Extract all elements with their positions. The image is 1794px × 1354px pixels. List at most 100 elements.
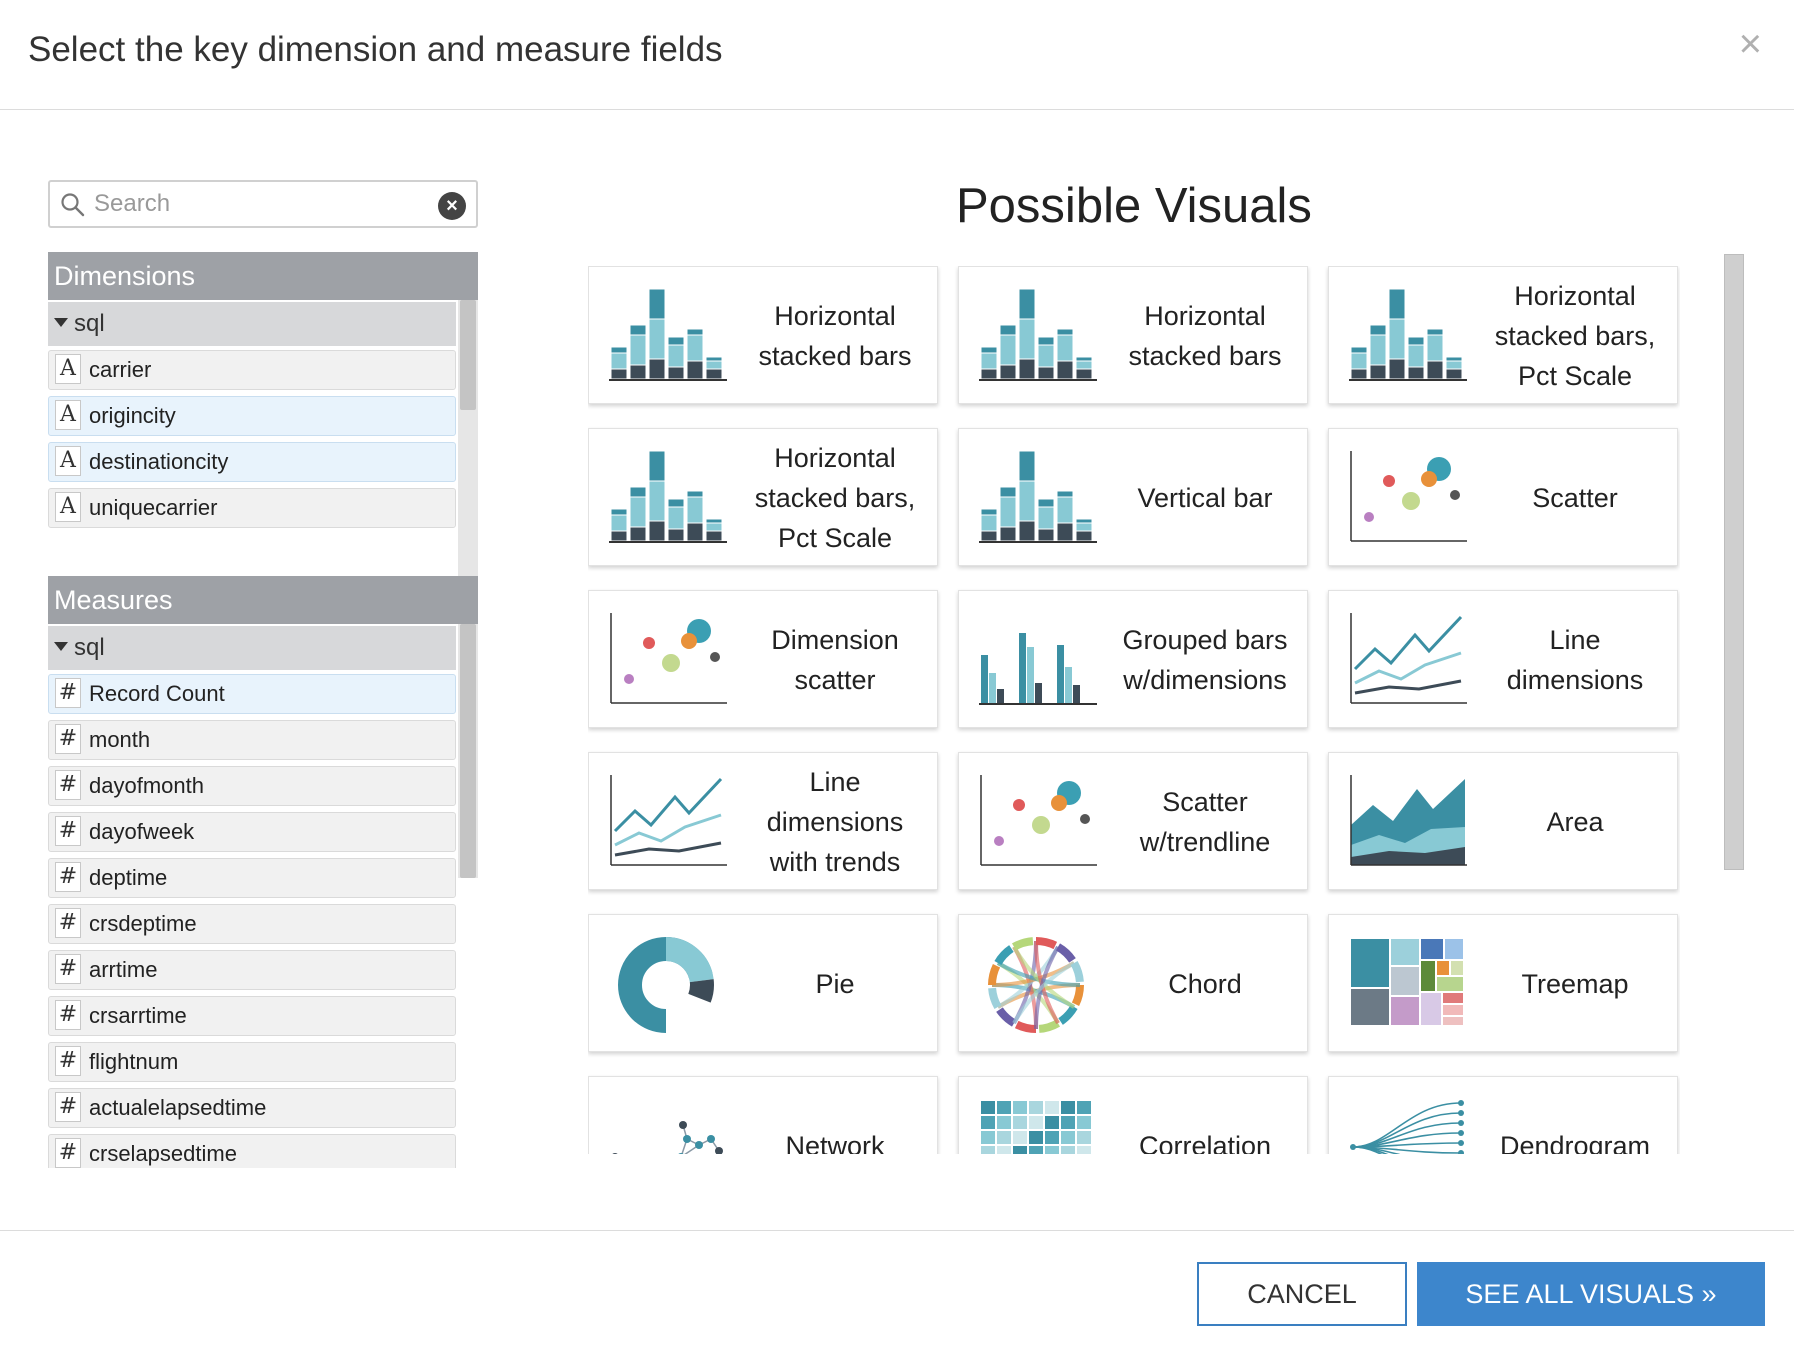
number-type-icon: # xyxy=(55,816,81,847)
visual-card-horizontal-stacked-bars-pct-scale[interactable]: Horizontal stacked bars, Pct Scale xyxy=(588,428,938,566)
measures-header: Measures xyxy=(48,576,478,624)
measure-field[interactable]: # dayofweek xyxy=(48,812,456,852)
text-type-icon: A xyxy=(55,354,81,385)
number-type-icon: # xyxy=(55,678,81,709)
select-fields-dialog: Select the key dimension and measure fie… xyxy=(0,0,1794,1354)
search-icon xyxy=(61,193,85,217)
visual-card-pie[interactable]: Pie xyxy=(588,914,938,1052)
field-label: origincity xyxy=(89,403,176,428)
visual-card-horizontal-stacked-bars-pct-scale[interactable]: Horizontal stacked bars, Pct Scale xyxy=(1328,266,1678,404)
measures-group-sql[interactable]: sql xyxy=(48,626,456,670)
measure-field[interactable]: # actualelapsedtime xyxy=(48,1088,456,1128)
measures-section: Measures sql # Record Count # month # dayofmo… xyxy=(48,576,478,1168)
visual-card-network[interactable]: Network xyxy=(588,1076,938,1154)
visual-card-dendrogram[interactable]: Dendrogram xyxy=(1328,1076,1678,1154)
visual-card-label: Vertical bar xyxy=(1137,483,1273,513)
grouped-bars-icon xyxy=(979,633,1097,705)
number-type-icon: # xyxy=(55,1092,81,1123)
field-label: actualelapsedtime xyxy=(89,1095,267,1120)
visual-card-scatter-w-trendline[interactable]: Scatter w/trendline xyxy=(958,752,1308,890)
dimension-field[interactable]: Auniquecarrier xyxy=(48,488,456,528)
visual-card-label: Pie xyxy=(815,969,855,999)
number-type-icon: # xyxy=(55,770,81,801)
visual-card-label: Correlation xyxy=(1138,1131,1272,1154)
visual-card-grouped-bars-w-dimensions[interactable]: Grouped bars w/dimensions xyxy=(958,590,1308,728)
visual-card-label: Chord xyxy=(1168,969,1242,999)
text-type-icon: A xyxy=(55,446,81,477)
number-type-icon: # xyxy=(55,1046,81,1077)
number-type-icon: # xyxy=(55,862,81,893)
visual-card-horizontal-stacked-bars[interactable]: Horizontal stacked bars xyxy=(958,266,1308,404)
scatter-icon xyxy=(980,775,1097,866)
measure-field[interactable]: # crsdeptime xyxy=(48,904,456,944)
stacked-bars-icon xyxy=(609,289,727,381)
visual-card-area[interactable]: Area xyxy=(1328,752,1678,890)
clear-search-icon[interactable]: × xyxy=(438,192,466,220)
measure-field[interactable]: # crselapsedtime xyxy=(48,1134,456,1168)
possible-visuals-title: Possible Visuals xyxy=(956,179,1312,233)
dimension-field[interactable]: Acarrier xyxy=(48,350,456,390)
number-type-icon: # xyxy=(55,724,81,755)
measure-field[interactable]: # flightnum xyxy=(48,1042,456,1082)
visual-card-horizontal-stacked-bars[interactable]: Horizontal stacked bars xyxy=(588,266,938,404)
caret-down-icon xyxy=(54,642,68,652)
heatmap-icon xyxy=(981,1101,1091,1154)
field-label: crselapsedtime xyxy=(89,1141,237,1166)
field-label: crsdeptime xyxy=(89,911,197,936)
dendrogram-icon xyxy=(1350,1100,1464,1154)
visual-card-line-dimensions[interactable]: Line dimensions xyxy=(1328,590,1678,728)
visual-card-treemap[interactable]: Treemap xyxy=(1328,914,1678,1052)
cancel-button[interactable]: CANCEL xyxy=(1197,1262,1407,1326)
visual-card-dimension-scatter[interactable]: Dimension scatter xyxy=(588,590,938,728)
measure-field[interactable]: # Record Count xyxy=(48,674,456,714)
measure-field[interactable]: # arrtime xyxy=(48,950,456,990)
visual-card-label: Network xyxy=(785,1131,885,1154)
visual-card-scatter[interactable]: Scatter xyxy=(1328,428,1678,566)
measure-field[interactable]: # deptime xyxy=(48,858,456,898)
visual-card-correlation[interactable]: Correlation xyxy=(958,1076,1308,1154)
measure-field[interactable]: # month xyxy=(48,720,456,760)
visual-card-vertical-bar[interactable]: Vertical bar xyxy=(958,428,1308,566)
dialog-footer: CANCEL SEE ALL VISUALS » xyxy=(0,1230,1794,1354)
dimension-field[interactable]: Adestinationcity xyxy=(48,442,456,482)
measure-field[interactable]: # crsarrtime xyxy=(48,996,456,1036)
visual-card-label: Treemap xyxy=(1521,969,1629,999)
pie-icon xyxy=(618,937,714,1033)
dimensions-scrollbar[interactable] xyxy=(458,300,478,592)
visual-card-label: Horizontal stacked bars xyxy=(758,301,912,371)
visual-card-line-dimensions-with-trends[interactable]: Line dimensions with trends xyxy=(588,752,938,890)
field-label: flightnum xyxy=(89,1049,179,1074)
field-label: dayofweek xyxy=(89,819,195,844)
dialog-title: Select the key dimension and measure fie… xyxy=(28,30,723,69)
number-type-icon: # xyxy=(55,1000,81,1031)
visual-card-label: Line dimensions with trends xyxy=(766,767,904,877)
field-label: arrtime xyxy=(89,957,158,982)
dimensions-section: Dimensions sql Acarrier Aorigincity Adesti… xyxy=(48,252,478,592)
visual-card-chord[interactable]: Chord xyxy=(958,914,1308,1052)
measure-field[interactable]: # dayofmonth xyxy=(48,766,456,806)
stacked-bars-icon xyxy=(609,451,727,543)
visual-card-label: Horizontal stacked bars, Pct Scale xyxy=(754,443,916,553)
number-type-icon: # xyxy=(55,908,81,939)
dimensions-header: Dimensions xyxy=(48,252,478,300)
treemap-icon xyxy=(1351,939,1463,1025)
dimension-field[interactable]: Aorigincity xyxy=(48,396,456,436)
visual-card-label: Line dimensions xyxy=(1506,625,1644,695)
visuals-grid: Horizontal stacked bars Horizontal stacke… xyxy=(588,266,1680,1154)
dimensions-group-sql[interactable]: sql xyxy=(48,302,456,346)
field-label: Record Count xyxy=(89,681,225,706)
text-type-icon: A xyxy=(55,400,81,431)
close-icon[interactable]: × xyxy=(1739,24,1762,64)
search-input[interactable] xyxy=(94,188,424,220)
chord-icon xyxy=(988,937,1084,1033)
measures-scrollbar[interactable] xyxy=(458,624,478,878)
visuals-scrollbar[interactable] xyxy=(1724,254,1744,870)
stacked-bars-icon xyxy=(979,289,1097,381)
see-all-visuals-button[interactable]: SEE ALL VISUALS » xyxy=(1417,1262,1765,1326)
area-icon xyxy=(1350,775,1467,866)
network-icon xyxy=(612,1121,723,1154)
visual-card-label: Scatter xyxy=(1532,483,1618,513)
visual-card-label: Scatter w/trendline xyxy=(1139,787,1271,857)
measures-list: sql # Record Count # month # dayofmonth # dayof… xyxy=(48,624,478,1168)
dialog-header: Select the key dimension and measure fie… xyxy=(0,0,1794,110)
